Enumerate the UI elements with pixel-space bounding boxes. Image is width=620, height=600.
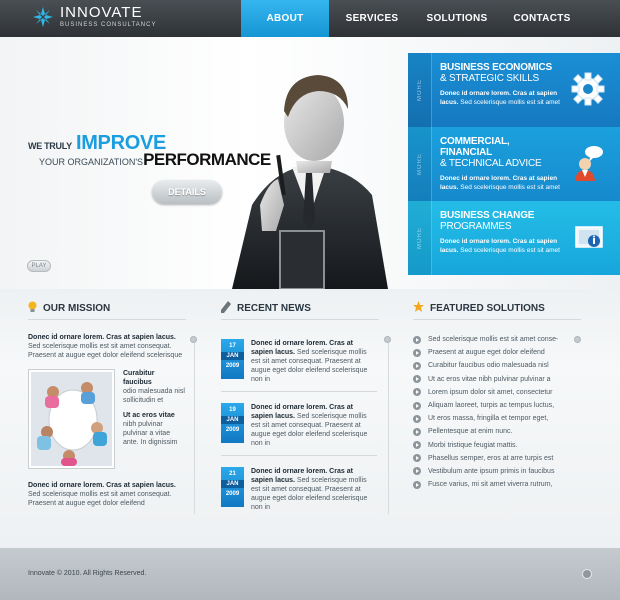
scroll-dot[interactable] — [574, 336, 581, 343]
feature-panels: MORE BUSINESS ECONOMICS & STRATEGIC SKILL… — [408, 53, 620, 275]
panel-more-tab[interactable]: MORE — [408, 201, 432, 275]
arrow-bullet-icon — [413, 467, 421, 476]
panel-business-change[interactable]: MORE BUSINESS CHANGE PROGRAMMES Donec id … — [408, 201, 620, 275]
list-item[interactable]: Ut eros massa, fringilla et tempor eget, — [413, 412, 573, 425]
mission-side-text: Curabitur faucibus odio malesuada nisl so… — [123, 370, 185, 446]
arrow-bullet-icon — [413, 348, 421, 357]
arrow-bullet-icon — [413, 454, 421, 463]
list-item[interactable]: Fusce varius, mi sit amet viverra rutrum… — [413, 478, 573, 491]
column-divider — [388, 339, 389, 514]
divider — [221, 391, 377, 392]
panel-commercial-advice[interactable]: MORE COMMERCIAL, FINANCIAL & TECHNICAL AD… — [408, 127, 620, 201]
list-item[interactable]: Aliquam laoreet, turpis ac tempus luctus… — [413, 399, 573, 412]
main-nav: ABOUT SERVICES SOLUTIONS CONTACTS — [241, 0, 585, 37]
arrow-bullet-icon — [413, 375, 421, 384]
solutions-heading: FEATURED SOLUTIONS — [413, 301, 545, 315]
divider — [413, 319, 581, 320]
advisor-icon — [575, 146, 603, 181]
solutions-list: Sed scelerisque mollis est sit amet cons… — [413, 333, 573, 491]
header: INNOVATE BUSINESS CONSULTANCY ABOUT SERV… — [0, 0, 620, 37]
scroll-dot[interactable] — [190, 336, 197, 343]
list-item[interactable]: Ut ac eros vitae nibh pulvinar pulvinar … — [413, 373, 573, 386]
content-area: OUR MISSION Donec id ornare lorem. Cras … — [0, 289, 620, 548]
arrow-bullet-icon — [413, 361, 421, 370]
nav-contacts[interactable]: CONTACTS — [499, 0, 585, 37]
scroll-dot[interactable] — [384, 336, 391, 343]
panel-title: COMMERCIAL, FINANCIAL & TECHNICAL ADVICE — [440, 136, 542, 169]
list-item[interactable]: Pellentesque at enim nunc. — [413, 425, 573, 438]
panel-text: Donec id ornare lorem. Cras at sapien la… — [440, 90, 560, 106]
gear-icon — [571, 72, 605, 106]
pencil-icon — [221, 301, 231, 316]
list-item[interactable]: Phasellus semper, eros at arre turpis es… — [413, 452, 573, 465]
arrow-bullet-icon — [413, 441, 421, 450]
list-item[interactable]: Vestibulum ante ipsum primis in faucibus — [413, 465, 573, 478]
brand-subtitle: BUSINESS CONSULTANCY — [60, 22, 157, 28]
divider — [221, 455, 377, 456]
date-badge: 17 JAN 2009 — [221, 339, 244, 379]
arrow-bullet-icon — [413, 401, 421, 410]
panel-title: BUSINESS CHANGE PROGRAMMES — [440, 210, 535, 232]
brand-title: INNOVATE — [60, 4, 143, 21]
logo[interactable]: INNOVATE BUSINESS CONSULTANCY — [32, 5, 156, 28]
arrow-bullet-icon — [413, 414, 421, 423]
news-heading: RECENT NEWS — [221, 301, 311, 316]
divider — [28, 319, 186, 320]
panel-text: Donec id ornare lorem. Cras at sapien la… — [440, 238, 560, 254]
footer: Innovate © 2010. All Rights Reserved. — [0, 548, 620, 600]
arrow-bullet-icon — [413, 335, 421, 344]
panel-more-tab[interactable]: MORE — [408, 127, 432, 201]
arrow-bullet-icon — [413, 388, 421, 397]
news-item[interactable]: 19 JAN 2009 Donec id ornare lorem. Cras at… — [221, 403, 381, 447]
news-heading-text: RECENT NEWS — [237, 303, 311, 314]
list-item[interactable]: Morbi tristique feugiat mattis. — [413, 439, 573, 452]
nav-solutions[interactable]: SOLUTIONS — [415, 0, 499, 37]
play-button[interactable]: PLAY — [27, 260, 51, 272]
news-item[interactable]: 17 JAN 2009 Donec id ornare lorem. Cras at… — [221, 339, 381, 383]
copyright-text: Innovate © 2010. All Rights Reserved. — [28, 570, 147, 577]
news-text: Donec id ornare lorem. Cras at sapien la… — [251, 340, 368, 383]
mission-intro: Donec id ornare lorem. Cras at sapien la… — [28, 334, 183, 359]
star-icon — [413, 301, 424, 315]
mission-heading: OUR MISSION — [28, 301, 110, 316]
solutions-heading-text: FEATURED SOLUTIONS — [430, 302, 545, 314]
divider — [221, 319, 379, 320]
news-text: Donec id ornare lorem. Cras at sapien la… — [251, 404, 368, 447]
date-badge: 19 JAN 2009 — [221, 403, 244, 443]
column-divider — [194, 339, 195, 514]
back-to-top-button[interactable] — [582, 569, 592, 579]
mission-bottom-text: Donec id ornare lorem. Cras at sapien la… — [28, 482, 176, 507]
news-text: Donec id ornare lorem. Cras at sapien la… — [251, 468, 368, 511]
panel-text: Donec id ornare lorem. Cras at sapien la… — [440, 175, 560, 191]
hero-line2-prefix: YOUR ORGANIZATION'S — [39, 157, 144, 167]
date-badge: 21 JAN 2009 — [221, 467, 244, 507]
list-item[interactable]: Curabitur faucibus odio malesuada nisl — [413, 359, 573, 372]
details-button[interactable]: DETAILS — [152, 180, 222, 204]
arrow-bullet-icon — [413, 427, 421, 436]
list-item[interactable]: Sed scelerisque mollis est sit amet cons… — [413, 333, 573, 346]
nav-about[interactable]: ABOUT — [241, 0, 329, 37]
arrow-bullet-icon — [413, 480, 421, 489]
lightbulb-icon — [28, 301, 37, 316]
nav-services[interactable]: SERVICES — [329, 0, 415, 37]
panel-more-tab[interactable]: MORE — [408, 53, 432, 127]
team-meeting-photo — [28, 369, 115, 469]
list-item[interactable]: Praesent at augue eget dolor eleifend — [413, 346, 573, 359]
presentation-icon — [575, 226, 603, 248]
list-item[interactable]: Lorem ipsum dolor sit amet, consectetur — [413, 386, 573, 399]
panel-title: BUSINESS ECONOMICS & STRATEGIC SKILLS — [440, 62, 552, 84]
logo-icon — [32, 6, 54, 28]
businessman-photo — [232, 75, 388, 289]
hero-banner: WE TRULY IMPROVE YOUR ORGANIZATION'SPERF… — [0, 37, 620, 289]
news-item[interactable]: 21 JAN 2009 Donec id ornare lorem. Cras at… — [221, 467, 381, 511]
mission-heading-text: OUR MISSION — [43, 303, 111, 314]
panel-business-economics[interactable]: MORE BUSINESS ECONOMICS & STRATEGIC SKILL… — [408, 53, 620, 127]
